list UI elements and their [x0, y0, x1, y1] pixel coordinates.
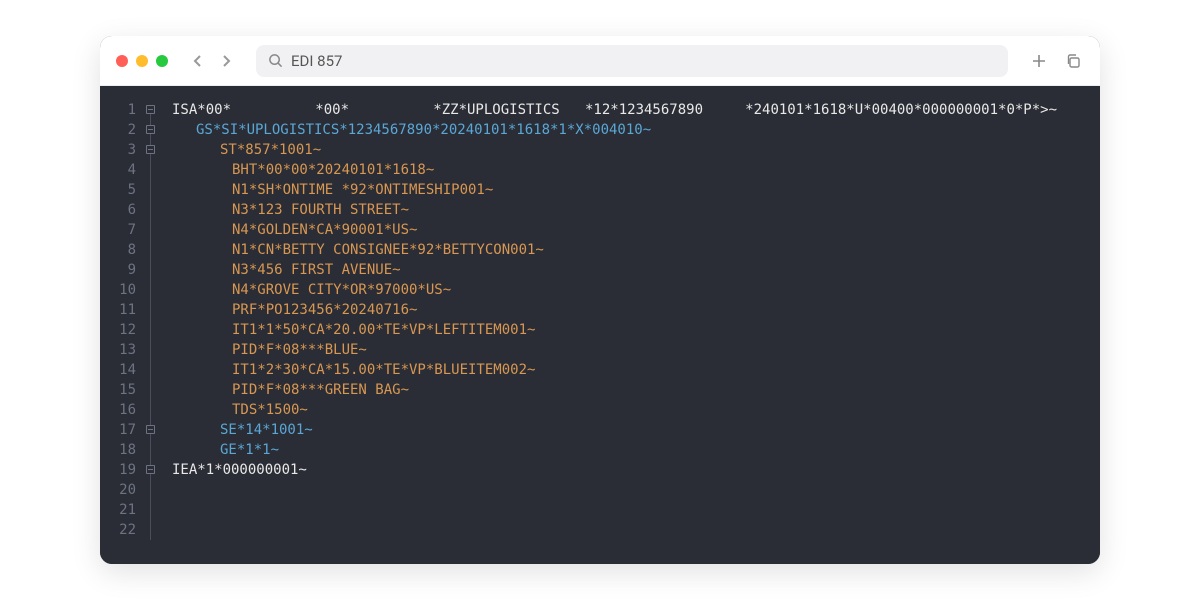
- copy-button[interactable]: [1062, 50, 1084, 72]
- line-number: 18: [100, 440, 136, 460]
- copy-icon: [1065, 53, 1081, 69]
- close-button[interactable]: [116, 55, 128, 67]
- line-number: 9: [100, 260, 136, 280]
- code-content[interactable]: ISA*00* *00* *ZZ*UPLOGISTICS *12*1234567…: [166, 100, 1100, 540]
- plus-icon: [1031, 53, 1047, 69]
- line-number: 3: [100, 140, 136, 160]
- code-editor[interactable]: 12345678910111213141516171819202122 ISA*…: [100, 86, 1100, 564]
- code-line[interactable]: N3*123 FOURTH STREET~: [172, 200, 1100, 220]
- code-line[interactable]: GE*1*1~: [172, 440, 1100, 460]
- line-number: 15: [100, 380, 136, 400]
- fold-toggle[interactable]: [146, 105, 155, 114]
- line-number: 14: [100, 360, 136, 380]
- code-line[interactable]: [172, 480, 1100, 500]
- code-line[interactable]: GS*SI*UPLOGISTICS*1234567890*20240101*16…: [172, 120, 1100, 140]
- fold-gutter: [142, 100, 166, 540]
- fold-toggle[interactable]: [146, 125, 155, 134]
- code-line[interactable]: PID*F*08***GREEN BAG~: [172, 380, 1100, 400]
- nav-arrows: [188, 51, 236, 71]
- code-line[interactable]: [172, 520, 1100, 540]
- line-number: 19: [100, 460, 136, 480]
- line-number: 6: [100, 200, 136, 220]
- search-input[interactable]: EDI 857: [291, 52, 342, 70]
- line-number: 8: [100, 240, 136, 260]
- line-number: 5: [100, 180, 136, 200]
- line-number: 20: [100, 480, 136, 500]
- editor-window: EDI 857 12345678910111213141516171819202…: [100, 36, 1100, 564]
- minimize-button[interactable]: [136, 55, 148, 67]
- code-line[interactable]: N3*456 FIRST AVENUE~: [172, 260, 1100, 280]
- code-line[interactable]: TDS*1500~: [172, 400, 1100, 420]
- code-line[interactable]: IT1*2*30*CA*15.00*TE*VP*BLUEITEM002~: [172, 360, 1100, 380]
- line-number: 2: [100, 120, 136, 140]
- line-number: 12: [100, 320, 136, 340]
- code-line[interactable]: IEA*1*000000001~: [172, 460, 1100, 480]
- line-number: 17: [100, 420, 136, 440]
- code-line[interactable]: PRF*PO123456*20240716~: [172, 300, 1100, 320]
- chevron-left-icon: [192, 54, 204, 68]
- line-number: 22: [100, 520, 136, 540]
- line-number: 4: [100, 160, 136, 180]
- titlebar-actions: [1028, 50, 1084, 72]
- code-line[interactable]: N1*CN*BETTY CONSIGNEE*92*BETTYCON001~: [172, 240, 1100, 260]
- new-tab-button[interactable]: [1028, 50, 1050, 72]
- titlebar: EDI 857: [100, 36, 1100, 86]
- code-line[interactable]: N1*SH*ONTIME *92*ONTIMESHIP001~: [172, 180, 1100, 200]
- fold-guide-line: [150, 106, 151, 540]
- line-number: 21: [100, 500, 136, 520]
- code-line[interactable]: IT1*1*50*CA*20.00*TE*VP*LEFTITEM001~: [172, 320, 1100, 340]
- fold-toggle[interactable]: [146, 425, 155, 434]
- line-number: 7: [100, 220, 136, 240]
- nav-forward-button[interactable]: [216, 51, 236, 71]
- code-line[interactable]: [172, 500, 1100, 520]
- line-number: 13: [100, 340, 136, 360]
- line-number: 1: [100, 100, 136, 120]
- code-line[interactable]: BHT*00*00*20240101*1618~: [172, 160, 1100, 180]
- code-line[interactable]: ST*857*1001~: [172, 140, 1100, 160]
- traffic-lights: [116, 55, 168, 67]
- code-line[interactable]: ISA*00* *00* *ZZ*UPLOGISTICS *12*1234567…: [172, 100, 1100, 120]
- line-number: 16: [100, 400, 136, 420]
- line-number: 11: [100, 300, 136, 320]
- code-line[interactable]: N4*GROVE CITY*OR*97000*US~: [172, 280, 1100, 300]
- nav-back-button[interactable]: [188, 51, 208, 71]
- line-number: 10: [100, 280, 136, 300]
- code-line[interactable]: SE*14*1001~: [172, 420, 1100, 440]
- search-icon: [268, 53, 283, 68]
- code-line[interactable]: PID*F*08***BLUE~: [172, 340, 1100, 360]
- fold-toggle[interactable]: [146, 465, 155, 474]
- chevron-right-icon: [220, 54, 232, 68]
- maximize-button[interactable]: [156, 55, 168, 67]
- search-bar[interactable]: EDI 857: [256, 45, 1008, 77]
- fold-toggle[interactable]: [146, 145, 155, 154]
- code-line[interactable]: N4*GOLDEN*CA*90001*US~: [172, 220, 1100, 240]
- line-number-gutter: 12345678910111213141516171819202122: [100, 100, 142, 540]
